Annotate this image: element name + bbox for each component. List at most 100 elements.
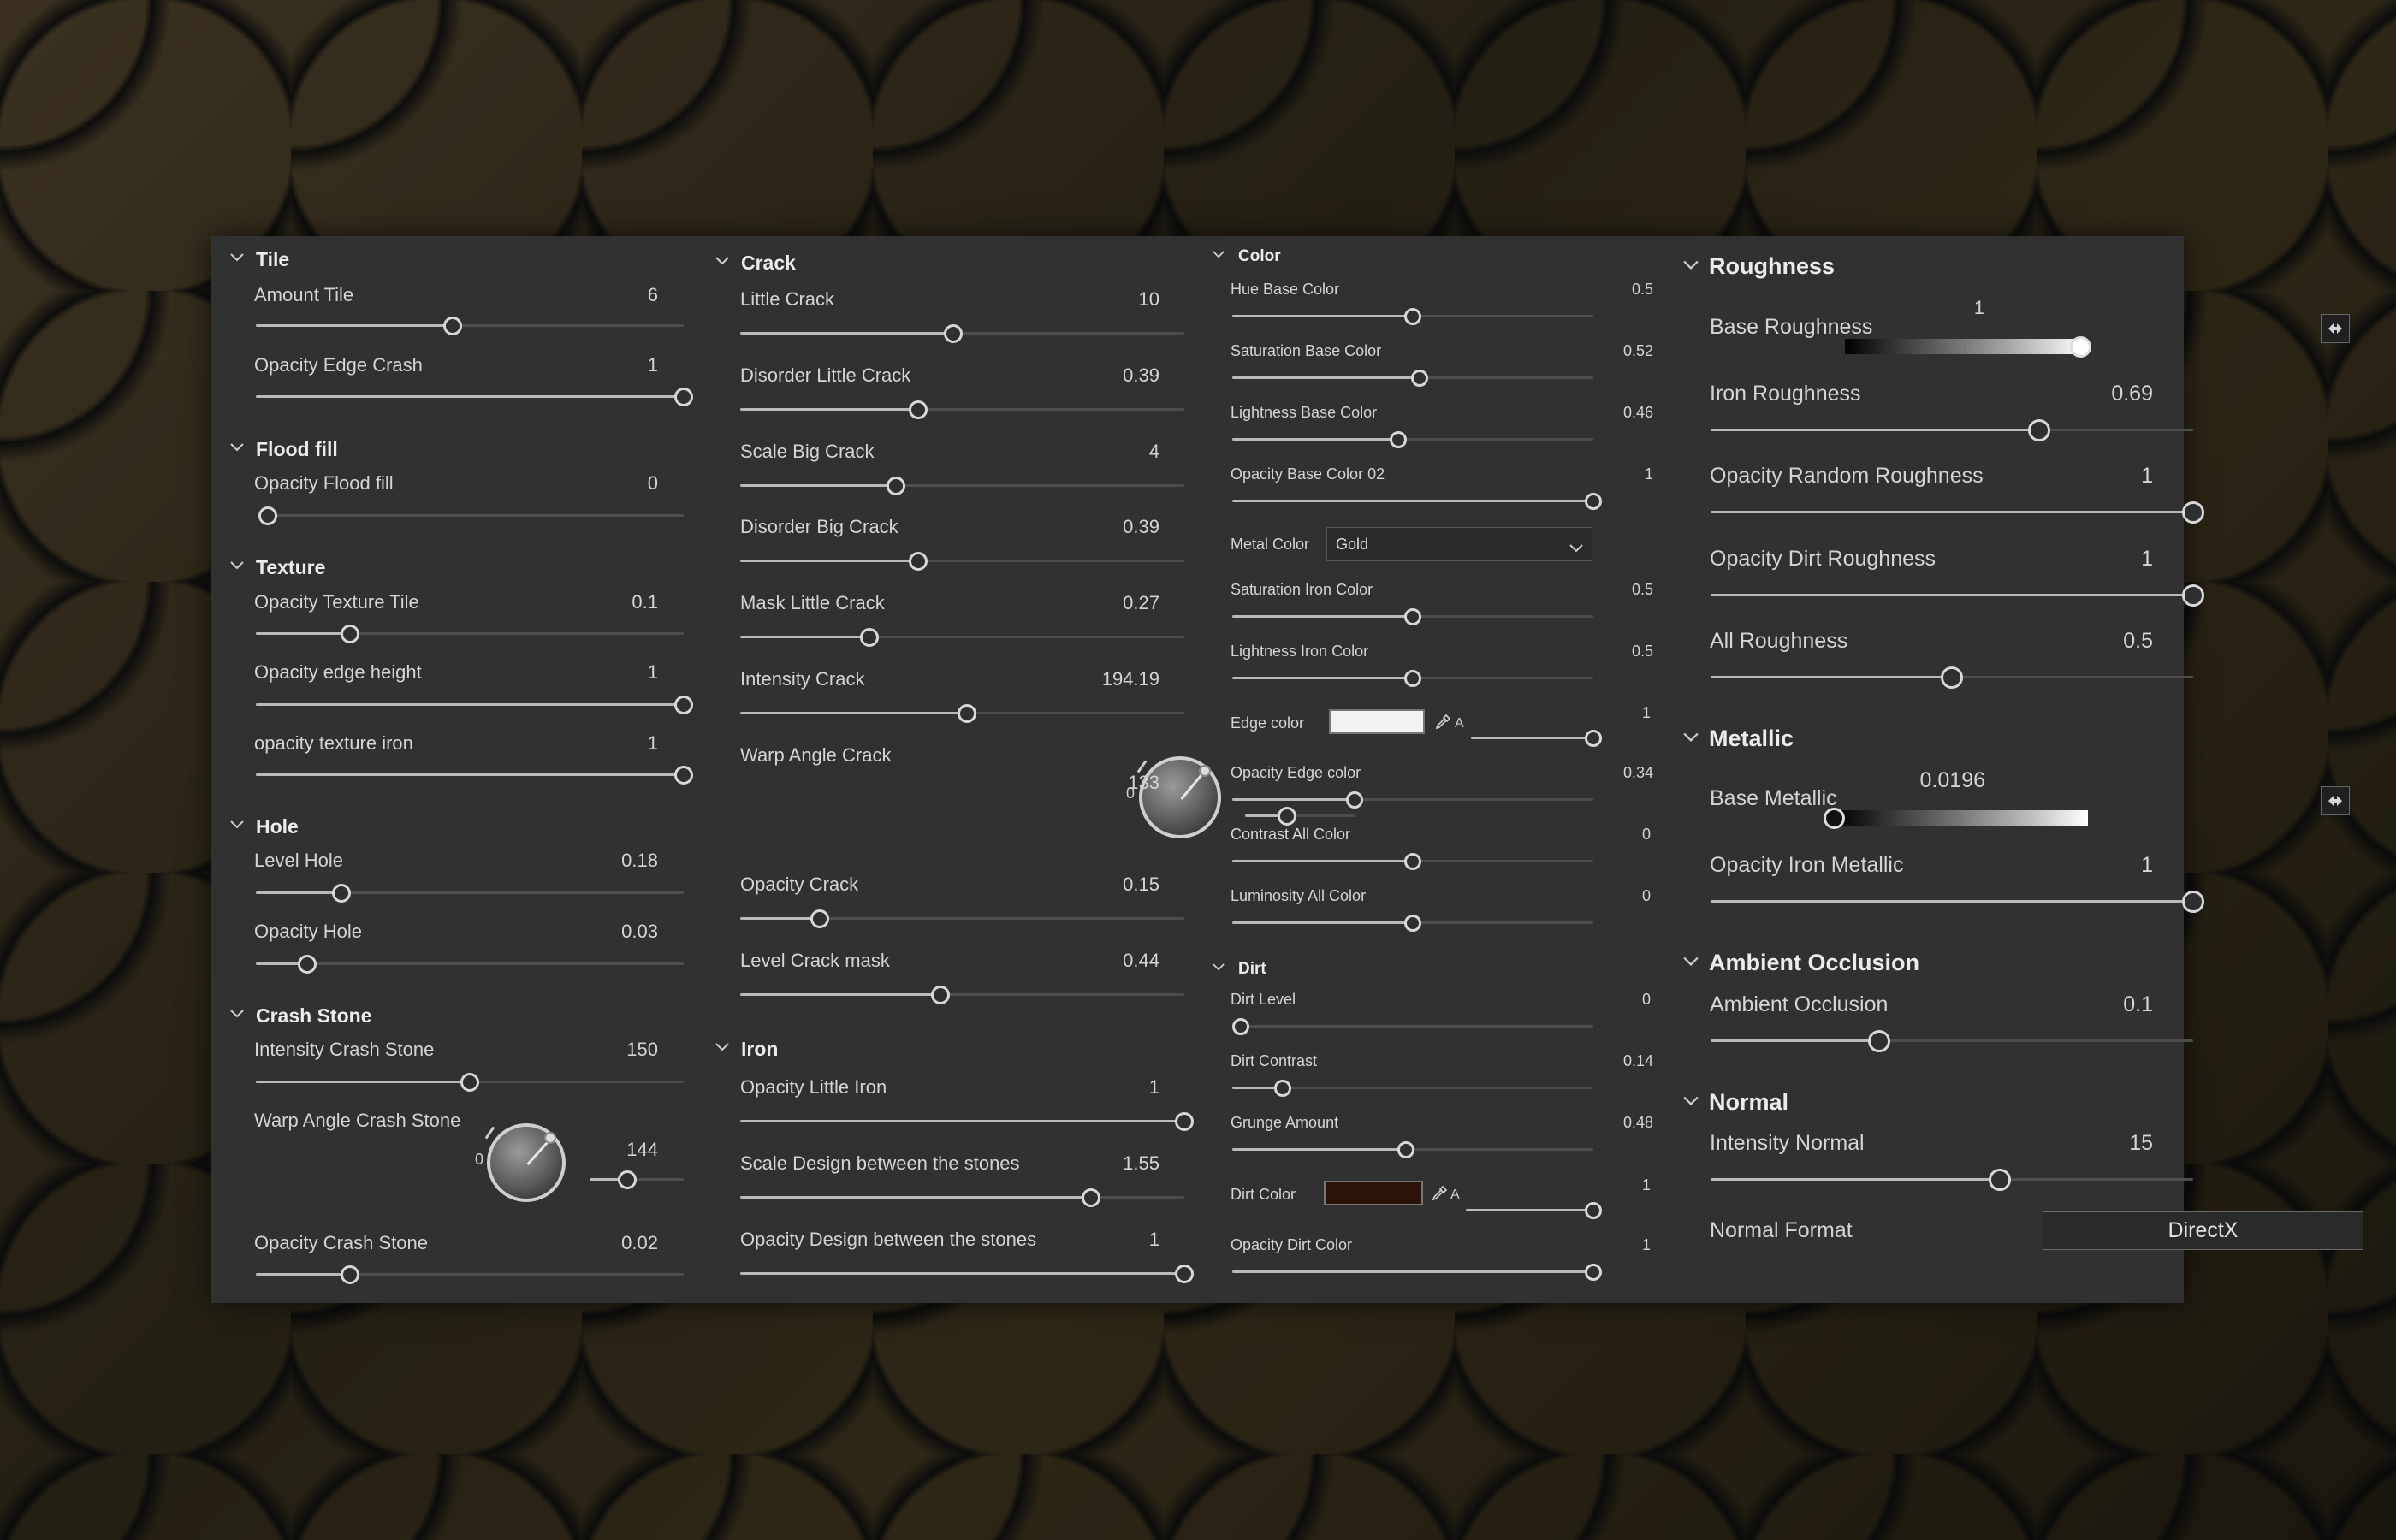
slider-handle[interactable] — [1411, 369, 1429, 387]
slider-handle[interactable] — [1404, 607, 1421, 625]
scale-design-value[interactable]: 1.55 — [1123, 1152, 1159, 1175]
grunge-amount-value[interactable]: 0.48 — [1623, 1114, 1653, 1132]
eyedropper-icon[interactable] — [1431, 1185, 1448, 1202]
slider-handle[interactable] — [1232, 1017, 1249, 1035]
disorder-big-crack-value[interactable]: 0.39 — [1123, 516, 1159, 538]
little-crack-slider[interactable] — [740, 323, 1184, 343]
saturation-iron-color-value[interactable]: 0.5 — [1632, 581, 1653, 599]
opacity-edge-color-value[interactable]: 0.34 — [1623, 764, 1653, 782]
opacity-design-slider[interactable] — [740, 1264, 1194, 1283]
base-metallic-handle[interactable] — [1824, 808, 1845, 829]
disorder-little-crack-slider[interactable] — [740, 400, 1184, 419]
slider-handle[interactable] — [1989, 1168, 2012, 1191]
base-roughness-handle[interactable] — [2070, 336, 2091, 358]
slider-handle[interactable] — [908, 551, 928, 571]
eyedropper-icon[interactable] — [1434, 714, 1451, 731]
opacity-crash-stone-value[interactable]: 0.02 — [621, 1232, 658, 1254]
opacity-edge-height-value[interactable]: 1 — [648, 661, 658, 684]
intensity-crack-slider[interactable] — [740, 703, 1184, 723]
opacity-edge-crash-value[interactable]: 1 — [648, 354, 658, 376]
opacity-texture-iron-slider[interactable] — [256, 765, 693, 785]
lightness-iron-color-value[interactable]: 0.5 — [1632, 643, 1653, 660]
opacity-random-roughness-slider[interactable] — [1711, 500, 2204, 524]
slider-handle[interactable] — [810, 909, 830, 928]
opacity-flood-fill-value[interactable]: 0 — [648, 472, 658, 495]
warp-angle-crash-stone-value[interactable]: 144 — [626, 1139, 658, 1161]
slider-handle[interactable] — [1390, 430, 1408, 448]
warp-angle-crash-stone-slider[interactable] — [590, 1170, 684, 1189]
amount-tile-slider[interactable] — [256, 316, 684, 335]
slider-handle[interactable] — [1346, 791, 1364, 808]
slider-handle[interactable] — [1585, 492, 1602, 510]
scale-big-crack-slider[interactable] — [740, 476, 1184, 495]
opacity-random-roughness-value[interactable]: 1 — [2141, 464, 2153, 489]
slider-handle[interactable] — [1585, 729, 1602, 747]
opacity-little-iron-value[interactable]: 1 — [1149, 1076, 1159, 1099]
saturation-iron-color-slider[interactable] — [1232, 607, 1593, 625]
luminosity-all-color-slider[interactable] — [1232, 914, 1593, 932]
slider-handle[interactable] — [258, 506, 277, 525]
slider-handle[interactable] — [1868, 1029, 1891, 1052]
iron-roughness-value[interactable]: 0.69 — [2111, 382, 2153, 406]
slider-handle[interactable] — [908, 400, 928, 419]
opacity-hole-value[interactable]: 0.03 — [621, 921, 658, 943]
slider-handle[interactable] — [674, 765, 693, 785]
lightness-base-color-value[interactable]: 0.46 — [1623, 404, 1653, 422]
slider-handle[interactable] — [1941, 666, 1963, 689]
luminosity-all-color-value[interactable]: 0 — [1642, 887, 1651, 905]
level-hole-slider[interactable] — [256, 883, 684, 903]
scale-design-slider[interactable] — [740, 1188, 1184, 1207]
section-metallic-header[interactable]: Metallic — [1683, 721, 1794, 755]
slider-handle[interactable] — [298, 954, 317, 974]
edge-color-swatch[interactable] — [1329, 709, 1425, 734]
warp-angle-crack-value[interactable]: 133 — [1128, 772, 1159, 794]
intensity-crash-stone-slider[interactable] — [256, 1072, 684, 1092]
dirt-color-swatch[interactable] — [1324, 1181, 1423, 1205]
level-hole-value[interactable]: 0.18 — [621, 850, 658, 872]
section-hole-header[interactable]: Hole — [230, 809, 299, 844]
opacity-crash-stone-slider[interactable] — [256, 1265, 684, 1284]
intensity-normal-value[interactable]: 15 — [2129, 1131, 2153, 1156]
warp-angle-crack-knob[interactable] — [1139, 756, 1221, 838]
edge-color-alpha-value[interactable]: 1 — [1642, 704, 1651, 722]
iron-roughness-slider[interactable] — [1711, 418, 2193, 441]
slider-handle[interactable] — [859, 627, 879, 647]
disorder-big-crack-slider[interactable] — [740, 551, 1184, 571]
slider-handle[interactable] — [1404, 307, 1421, 325]
opacity-iron-metallic-slider[interactable] — [1711, 890, 2204, 913]
edge-color-alpha-slider[interactable] — [1471, 729, 1602, 747]
opacity-iron-metallic-value[interactable]: 1 — [2141, 853, 2153, 878]
section-flood-fill-header[interactable]: Flood fill — [230, 432, 338, 466]
slider-handle[interactable] — [1404, 852, 1421, 870]
slider-handle[interactable] — [2182, 583, 2204, 607]
opacity-dirt-roughness-value[interactable]: 1 — [2141, 547, 2153, 572]
slider-handle[interactable] — [341, 624, 359, 643]
slider-handle[interactable] — [674, 695, 693, 714]
disorder-little-crack-value[interactable]: 0.39 — [1123, 364, 1159, 387]
opacity-texture-tile-value[interactable]: 0.1 — [632, 591, 658, 613]
normal-format-button[interactable]: DirectX — [2043, 1211, 2363, 1250]
slider-handle[interactable] — [930, 985, 950, 1004]
dirt-level-slider[interactable] — [1232, 1017, 1593, 1035]
hue-base-color-slider[interactable] — [1232, 307, 1593, 325]
opacity-base-color-02-slider[interactable] — [1232, 492, 1602, 510]
contrast-all-color-slider[interactable] — [1232, 852, 1593, 870]
slider-handle[interactable] — [674, 387, 693, 406]
section-crack-header[interactable]: Crack — [715, 246, 796, 280]
slider-handle[interactable] — [2182, 890, 2204, 913]
slider-handle[interactable] — [1175, 1111, 1194, 1131]
opacity-dirt-roughness-slider[interactable] — [1711, 583, 2204, 607]
opacity-dirt-color-value[interactable]: 1 — [1642, 1236, 1651, 1254]
section-iron-header[interactable]: Iron — [715, 1032, 778, 1066]
slider-handle[interactable] — [1274, 1079, 1292, 1097]
slider-handle[interactable] — [1585, 1201, 1602, 1219]
slider-handle[interactable] — [1404, 914, 1421, 932]
saturation-base-color-value[interactable]: 0.52 — [1623, 342, 1653, 360]
metal-color-dropdown[interactable]: Gold — [1326, 527, 1592, 561]
opacity-crack-slider[interactable] — [740, 909, 1184, 928]
dirt-level-value[interactable]: 0 — [1642, 991, 1651, 1009]
section-dirt-header[interactable]: Dirt — [1213, 952, 1266, 986]
slider-handle[interactable] — [1397, 1140, 1414, 1158]
slider-handle[interactable] — [1278, 806, 1297, 826]
opacity-flood-fill-slider[interactable] — [258, 506, 684, 525]
